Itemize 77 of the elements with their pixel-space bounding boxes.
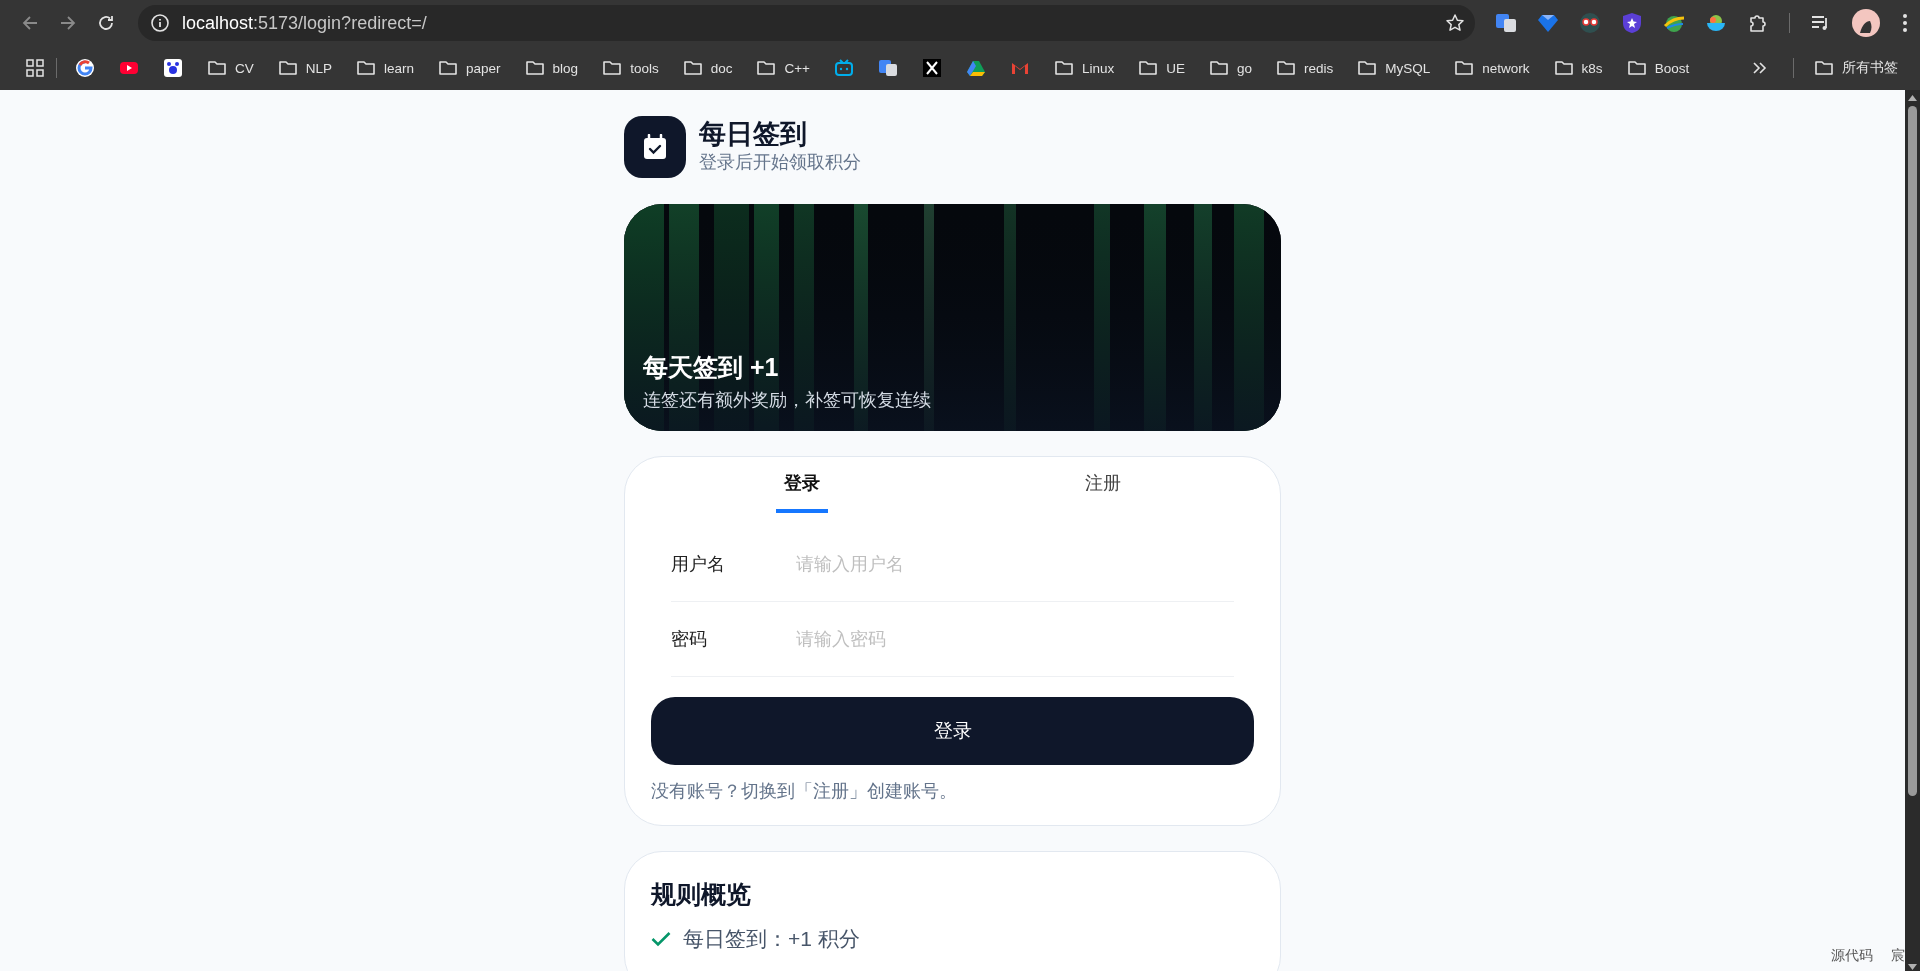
bookmark-folder[interactable]: C++ xyxy=(744,52,822,84)
url-text: localhost:5173/login?redirect=/ xyxy=(182,12,428,34)
chevrons-icon[interactable] xyxy=(1751,60,1767,76)
bookmark-folder[interactable]: 所有书签 xyxy=(1802,52,1910,84)
x-logo-icon[interactable] xyxy=(921,58,942,78)
bookmark-folder[interactable]: go xyxy=(1197,52,1265,84)
field-label: 密码 xyxy=(671,628,708,652)
bookmark-folder[interactable]: Linux xyxy=(1041,52,1127,84)
reload-icon[interactable] xyxy=(96,13,116,33)
rule-item: 每日签到：+1 积分 xyxy=(683,926,860,953)
page-subtitle: 登录后开始领取积分 xyxy=(699,152,861,174)
folder-icon xyxy=(1357,58,1378,78)
goggles-icon[interactable] xyxy=(1579,12,1601,34)
tab[interactable]: 注册 xyxy=(1077,457,1130,514)
bookmark-folder[interactable]: MySQL xyxy=(1345,52,1443,84)
folder-icon xyxy=(1209,58,1229,78)
puzzle-icon[interactable] xyxy=(1747,12,1769,34)
translate-icon[interactable] xyxy=(1495,12,1517,34)
folder-icon xyxy=(756,58,777,78)
folder-icon xyxy=(602,58,623,78)
section-title: 规则概览 xyxy=(651,879,752,911)
folder-icon xyxy=(1553,58,1574,78)
input-field[interactable]: 请输入用户名 xyxy=(796,546,1234,583)
folder-icon xyxy=(356,58,377,78)
folder-icon xyxy=(438,58,459,78)
corner-link[interactable]: 宸 xyxy=(1891,947,1905,965)
bookmark-folder[interactable]: redis xyxy=(1264,52,1346,84)
avatar-icon[interactable] xyxy=(1852,9,1880,37)
scrollbar-thumb[interactable] xyxy=(1908,106,1917,796)
apps-grid-icon[interactable] xyxy=(26,59,44,77)
folder-icon xyxy=(1138,58,1159,78)
tv-icon[interactable] xyxy=(833,58,854,78)
banner-title: 每天签到 +1 xyxy=(643,352,780,384)
page-title: 每日签到 xyxy=(699,120,808,151)
folder-icon xyxy=(682,58,703,78)
google-icon[interactable] xyxy=(75,58,95,78)
bookmark-folder[interactable]: UE xyxy=(1126,52,1197,84)
login-button[interactable]: 登录 xyxy=(651,697,1254,766)
address-bar[interactable]: localhost:5173/login?redirect=/ xyxy=(138,5,1475,41)
folder-icon xyxy=(207,58,227,78)
gem-icon[interactable] xyxy=(1537,12,1559,34)
triangle-icon[interactable] xyxy=(965,58,986,78)
folder-icon xyxy=(1276,58,1297,78)
check-icon xyxy=(651,931,671,948)
bowl-icon[interactable] xyxy=(1705,12,1727,34)
folder-icon xyxy=(1454,58,1475,78)
star-icon[interactable] xyxy=(1445,13,1465,33)
scroll-down-icon[interactable] xyxy=(1907,963,1918,971)
scrollbar[interactable] xyxy=(1905,90,1920,971)
bookmark-folder[interactable]: Boost xyxy=(1614,52,1702,84)
scroll-up-icon[interactable] xyxy=(1907,94,1918,102)
field-label: 用户名 xyxy=(671,553,726,577)
bookmark-folder[interactable]: NLP xyxy=(265,52,345,84)
folder-icon xyxy=(277,58,298,78)
shield-icon[interactable] xyxy=(1621,12,1643,34)
folder-icon xyxy=(1814,58,1834,78)
corner-link[interactable]: 源代码 xyxy=(1831,947,1873,965)
bookmark-folder[interactable]: learn xyxy=(344,52,427,84)
more-menu-icon[interactable] xyxy=(1900,12,1910,34)
bookmark-folder[interactable]: CV xyxy=(195,52,266,84)
bookmark-folder[interactable]: network xyxy=(1442,52,1542,84)
bookmark-folder[interactable]: doc xyxy=(670,52,745,84)
paw-icon[interactable] xyxy=(163,58,183,78)
input-field[interactable]: 请输入密码 xyxy=(796,621,1234,658)
folder-icon xyxy=(1053,58,1074,78)
tab[interactable]: 登录 xyxy=(775,457,828,514)
bookmark-folder[interactable]: paper xyxy=(426,52,513,84)
bookmark-folder[interactable]: blog xyxy=(512,52,591,84)
folder-icon xyxy=(524,58,545,78)
bookmark-folder[interactable]: k8s xyxy=(1541,52,1615,84)
bookmark-folder[interactable]: tools xyxy=(590,52,671,84)
folder-icon xyxy=(1626,58,1647,78)
translate-icon[interactable] xyxy=(877,58,898,78)
register-hint: 没有账号？切换到「注册」创建账号。 xyxy=(651,780,958,804)
info-icon[interactable] xyxy=(150,13,170,33)
calendar-check-icon xyxy=(642,134,668,160)
banner-subtitle: 连签还有额外奖励，补签可恢复连续 xyxy=(643,388,932,412)
